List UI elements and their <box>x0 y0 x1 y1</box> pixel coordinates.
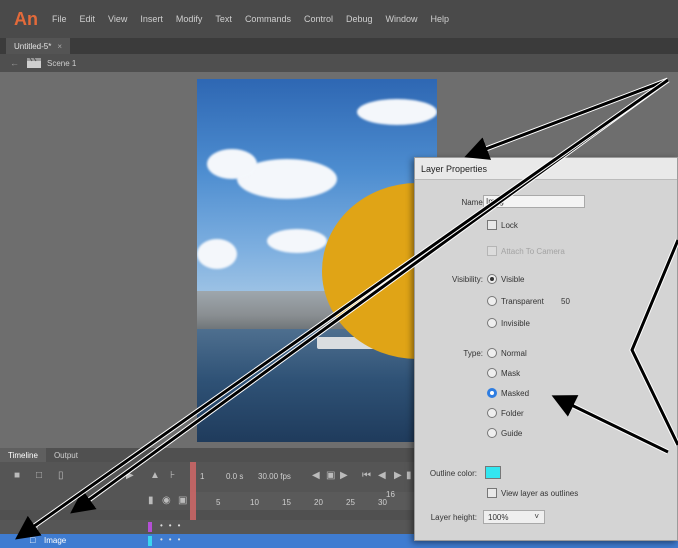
tab-output[interactable]: Output <box>46 448 86 462</box>
menu-file[interactable]: File <box>52 14 67 24</box>
new-folder-icon[interactable]: □ <box>36 470 42 481</box>
tab-timeline[interactable]: Timeline <box>0 448 46 462</box>
prev-frame-icon[interactable]: ◀ <box>312 470 320 481</box>
step-forward-icon[interactable]: ▮ <box>406 470 412 481</box>
outline-toggle-icon[interactable]: ▮ <box>148 495 154 506</box>
layer-name: Image <box>44 536 67 545</box>
invisible-label: Invisible <box>501 319 530 328</box>
back-arrow-icon[interactable]: ← <box>10 58 19 68</box>
document-tab[interactable]: Untitled-5* × <box>6 38 71 54</box>
step-back-icon[interactable]: ◀ <box>378 470 386 481</box>
attach-camera-label: Attach To Camera <box>501 247 565 256</box>
lock-checkbox[interactable] <box>487 220 497 230</box>
frame-marker: 16 <box>386 490 395 499</box>
scene-label: Scene 1 <box>47 58 77 68</box>
layer-height-select[interactable]: 100% ˅ <box>483 510 545 524</box>
type-normal-radio[interactable] <box>487 348 497 358</box>
layer-properties-dialog: Layer Properties Name: Imag Lock Attach … <box>414 157 678 541</box>
scene-bar: ← Scene 1 <box>0 54 678 72</box>
type-mask-label: Mask <box>501 369 521 378</box>
visible-label: Visible <box>501 275 525 284</box>
transparent-radio[interactable] <box>487 296 497 306</box>
close-icon[interactable]: × <box>57 42 62 51</box>
mask-layer-icon: ▣ <box>30 521 39 531</box>
type-mask-radio[interactable] <box>487 368 497 378</box>
timeline-tabs: Timeline Output <box>0 448 86 462</box>
menu-modify[interactable]: Modify <box>176 14 203 24</box>
camera-icon[interactable]: ▶ <box>126 470 134 481</box>
next-frame-icon[interactable]: ▶ <box>340 470 348 481</box>
menu-window[interactable]: Window <box>386 14 418 24</box>
parenting-icon[interactable]: ▲ <box>150 470 160 481</box>
menu-help[interactable]: Help <box>431 14 450 24</box>
invisible-radio[interactable] <box>487 318 497 328</box>
center-frame-icon[interactable]: ⊦ <box>170 470 175 481</box>
transparent-label: Transparent <box>501 297 544 306</box>
type-guide-label: Guide <box>501 429 523 438</box>
document-tab-bar: Untitled-5* × <box>0 38 678 54</box>
ruler-number: 10 <box>250 498 259 507</box>
type-folder-label: Folder <box>501 409 524 418</box>
menu-bar: An File Edit View Insert Modify Text Com… <box>0 0 678 38</box>
type-masked-label: Masked <box>501 389 530 398</box>
cloud <box>207 149 257 179</box>
menu-control[interactable]: Control <box>304 14 333 24</box>
frame-number: 1 <box>200 472 205 481</box>
time-readout: 0.0 s <box>226 472 244 481</box>
menu-text[interactable]: Text <box>215 14 232 24</box>
type-folder-radio[interactable] <box>487 408 497 418</box>
app-logo: An <box>14 8 38 29</box>
layer-toggles[interactable]: ••• <box>160 521 186 530</box>
rewind-icon[interactable]: ⏮ <box>362 470 371 481</box>
attach-camera-checkbox <box>487 246 497 256</box>
ruler-number: 20 <box>314 498 323 507</box>
layer-color <box>148 536 152 546</box>
ruler-number: 30 <box>378 498 387 507</box>
type-label: Type: <box>463 349 483 358</box>
ruler-number: 5 <box>216 498 221 507</box>
view-outlines-label: View layer as outlines <box>501 489 579 498</box>
layer-header: ▮ ◉ ▣ <box>0 492 190 510</box>
type-guide-radio[interactable] <box>487 428 497 438</box>
fps-readout: 30.00 fps <box>258 472 291 481</box>
ruler-number: 25 <box>346 498 355 507</box>
layer-color <box>148 522 152 532</box>
type-masked-radio[interactable] <box>487 388 497 398</box>
clapperboard-icon <box>27 58 41 68</box>
visible-radio[interactable] <box>487 274 497 284</box>
eye-icon[interactable]: ◉ <box>162 495 171 506</box>
document-tab-title: Untitled-5* <box>14 41 52 51</box>
menu-commands[interactable]: Commands <box>245 14 291 24</box>
cloud <box>357 99 437 125</box>
transparent-value[interactable]: 50 <box>561 297 570 306</box>
layer-height-value: 100% <box>488 512 509 522</box>
type-normal-label: Normal <box>501 349 527 358</box>
play-icon[interactable]: ▶ <box>394 470 402 481</box>
view-outlines-checkbox[interactable] <box>487 488 497 498</box>
cloud <box>267 229 327 253</box>
dialog-title: Layer Properties <box>415 158 677 180</box>
keyframe-icon[interactable]: ▣ <box>326 470 335 481</box>
menu-view[interactable]: View <box>108 14 127 24</box>
new-layer-icon[interactable]: ■ <box>14 470 20 481</box>
trash-icon[interactable]: ▯ <box>58 470 64 481</box>
name-field[interactable]: Imag <box>483 195 585 208</box>
name-label: Name: <box>461 198 485 207</box>
menu-debug[interactable]: Debug <box>346 14 373 24</box>
lock-icon[interactable]: ▣ <box>178 495 187 506</box>
ruler-number: 15 <box>282 498 291 507</box>
lock-label: Lock <box>501 221 518 230</box>
chevron-down-icon: ˅ <box>534 512 539 521</box>
outline-color-label: Outline color: <box>429 469 477 478</box>
visibility-label: Visibility: <box>452 275 483 284</box>
cloud <box>197 239 237 269</box>
masked-layer-icon: □ <box>30 535 36 545</box>
layer-toggles[interactable]: ••• <box>160 535 186 544</box>
menu-edit[interactable]: Edit <box>80 14 96 24</box>
outline-color-swatch[interactable] <box>485 466 501 479</box>
layer-height-label: Layer height: <box>430 513 477 522</box>
menu-insert[interactable]: Insert <box>140 14 163 24</box>
